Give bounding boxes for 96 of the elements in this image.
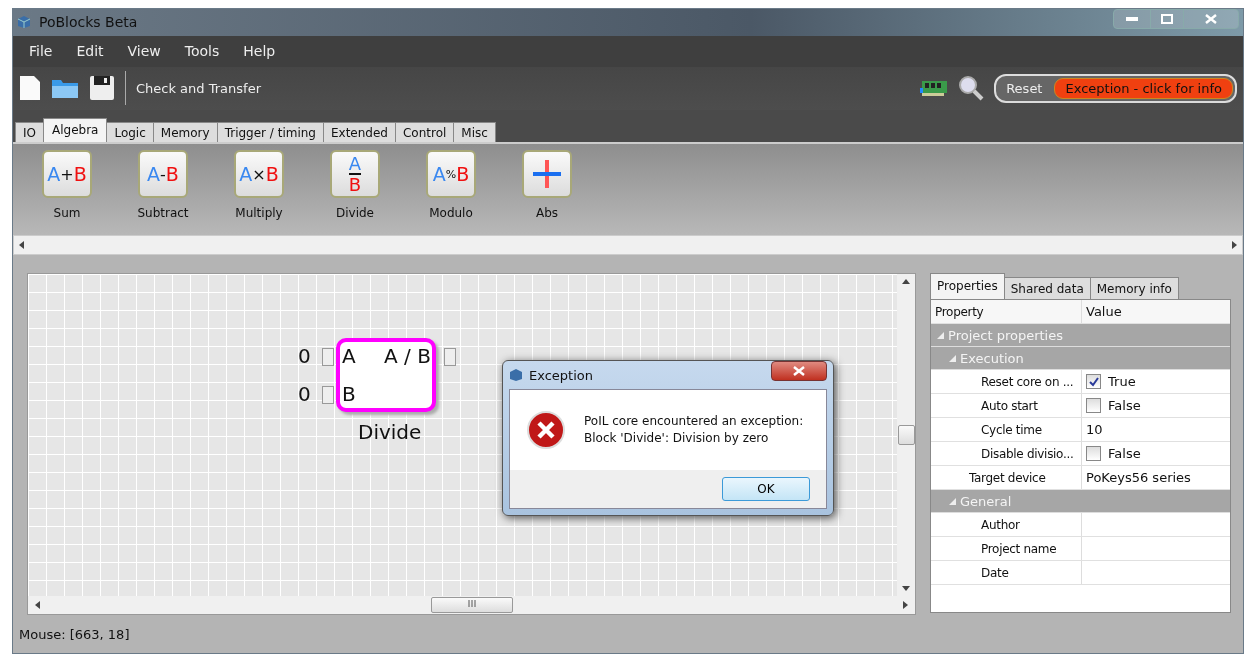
property-value: 10 [1086,422,1103,438]
menu-item[interactable]: Help [231,43,288,60]
panel-tab[interactable]: Memory info [1089,277,1179,300]
property-value: PoKeys56 series [1086,470,1191,486]
app-cube-icon [17,15,31,30]
input-value: 0 [298,382,311,407]
block-label: Sum [53,206,81,221]
window-title: PoBlocks Beta [39,14,139,31]
category-tab[interactable]: Control [394,122,455,143]
check-transfer-button[interactable]: Check and Transfer [136,80,261,96]
dialog-title: Exception [529,367,594,383]
property-value: True [1108,374,1136,390]
category-tab[interactable]: Extended [322,122,396,143]
checkmark-icon [1088,376,1099,387]
menu-item[interactable]: File [17,43,65,60]
block-icon[interactable]: A%B [426,150,476,199]
output-pin[interactable] [444,348,456,367]
horizontal-scrollbar[interactable] [28,596,915,615]
category-tab[interactable]: Trigger / timing [216,122,324,143]
property-name: Reset core on ... [931,370,1082,394]
property-name: Target device [931,466,1082,490]
circuit-board-icon[interactable] [920,79,949,98]
scroll-arrow-icon[interactable] [34,601,42,610]
checkbox[interactable] [1086,398,1101,414]
input-pin[interactable] [322,386,334,405]
error-icon [526,410,566,451]
menu-item[interactable]: Tools [172,43,232,60]
block-icon[interactable]: A×B [234,150,284,199]
close-icon[interactable] [1205,14,1217,25]
property-name: Project name [931,537,1082,561]
input-value: 0 [298,344,311,369]
block-label: Divide [336,206,374,221]
expand-icon[interactable] [949,497,956,505]
property-name: Auto start [931,394,1082,418]
category-tab[interactable]: Misc [453,122,496,143]
plus-icon[interactable] [522,150,572,199]
property-name: Date [931,561,1082,585]
exception-button[interactable]: Exception - click for info [1054,77,1233,99]
expand-icon[interactable] [937,331,944,339]
column-header: Property [931,300,1082,324]
input-label: B [342,382,356,407]
property-name: Author [931,513,1082,537]
search-icon[interactable] [958,75,985,102]
error-message: PoIL core encountered an exception: Block 'Divide': Division by zero [584,413,804,448]
menu-item[interactable]: Edit [64,43,116,60]
block-icon[interactable]: A-B [138,150,188,199]
palette-scrollbar[interactable] [13,235,1243,256]
block-label: Multiply [235,206,283,221]
scroll-thumb[interactable] [897,425,915,446]
category-tab[interactable]: Memory [152,122,218,143]
scroll-arrow-icon[interactable] [902,278,910,287]
block-label: Abs [535,206,559,221]
property-name: Cycle time [931,418,1082,442]
save-icon[interactable] [89,75,115,102]
scroll-thumb[interactable] [430,597,513,614]
group-label: Execution [960,350,1024,366]
menu-item[interactable]: View [115,43,173,60]
expand-icon[interactable] [949,354,956,362]
scroll-arrow-icon[interactable] [1230,241,1238,250]
checkbox[interactable] [1086,374,1101,390]
divide-block[interactable] [336,338,436,413]
minimize-button[interactable] [1114,10,1150,29]
panel-tab[interactable]: Shared data [1003,277,1091,300]
folder-icon[interactable] [51,77,79,100]
block-title: Divide [358,420,422,445]
checkbox[interactable] [1086,446,1101,462]
output-label: A / B [384,344,431,369]
column-header: Value [1085,303,1123,322]
block-label: Subtract [137,206,189,221]
status-text: Mouse: [663, 18] [19,626,130,642]
category-tab[interactable]: Logic [106,122,154,143]
property-name: Disable divisio... [931,442,1082,466]
minimize-icon[interactable] [1126,17,1138,22]
new-file-icon[interactable] [19,75,41,102]
close-icon[interactable] [793,365,805,376]
block-label: Modulo [429,206,473,221]
input-pin[interactable] [322,348,334,367]
category-tab[interactable]: Algebra [43,118,108,143]
group-label: Project properties [948,327,1063,343]
property-value: False [1108,398,1141,414]
category-tab[interactable]: IO [15,122,44,143]
group-label: General [960,493,1012,509]
property-value: False [1108,446,1141,462]
vertical-scrollbar[interactable] [897,274,915,597]
grip-icon[interactable] [467,600,476,608]
input-label: A [342,344,356,369]
block-canvas[interactable]: 0 0 A B A / B Divide Exception PoIL core encountered an exception: Block 'Divide': Division by zero OK [28,274,897,597]
maximize-icon[interactable] [1161,14,1173,25]
app-cube-icon [509,368,523,383]
reset-button[interactable]: Reset [998,78,1051,98]
close-button[interactable] [771,361,827,382]
ok-button[interactable]: OK [722,477,810,502]
panel-tab[interactable]: Properties [930,273,1005,300]
scroll-arrow-icon[interactable] [18,241,26,250]
maximize-button[interactable] [1150,10,1183,29]
block-icon[interactable]: A+B [42,150,92,199]
